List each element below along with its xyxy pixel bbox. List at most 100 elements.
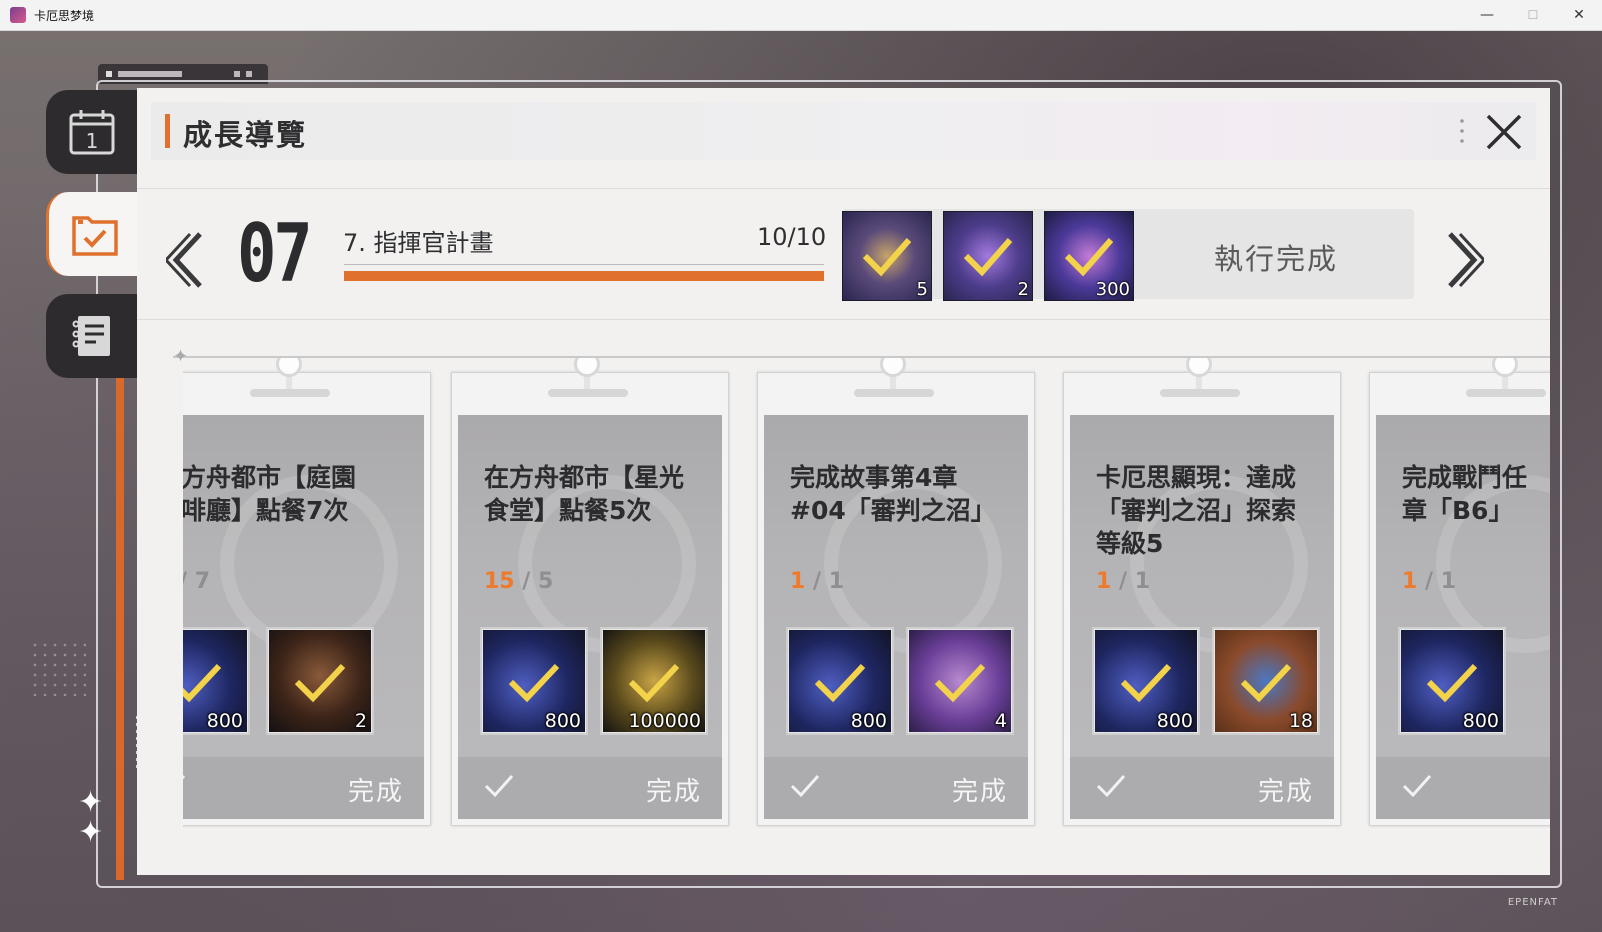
card-pin xyxy=(1186,358,1212,377)
count-separator: / xyxy=(1424,569,1434,594)
book-icon[interactable]: 800 xyxy=(183,629,248,733)
done-check-icon xyxy=(484,774,514,798)
svg-text:1: 1 xyxy=(86,129,99,153)
task-count: 1 / 1 xyxy=(1402,569,1456,594)
card-pin xyxy=(1492,358,1518,377)
window-titlebar: 卡厄思梦境 — ☐ ✕ xyxy=(0,0,1602,31)
task-card[interactable]: 在方舟都市【庭園 咖啡廳】點餐7次 3 / 7 800 2 完成 xyxy=(183,358,431,826)
iced-drink-icon[interactable]: 2 xyxy=(268,629,372,733)
check-icon xyxy=(862,238,912,277)
item-qty: 18 xyxy=(1288,710,1313,732)
check-icon xyxy=(508,663,560,703)
count-current: 15 xyxy=(484,569,515,594)
count-separator: / xyxy=(183,569,187,594)
task-status-bar: 完成 xyxy=(458,757,722,819)
task-status-label: 完成 xyxy=(1257,777,1314,807)
book-icon[interactable]: 800 xyxy=(482,629,586,733)
task-status-label: 完成 xyxy=(951,777,1008,807)
task-card-list[interactable]: 在方舟都市【庭園 咖啡廳】點餐7次 3 / 7 800 2 完成 xyxy=(183,358,1550,875)
done-check-icon xyxy=(1096,774,1126,798)
item-qty: 800 xyxy=(1156,710,1193,732)
task-card[interactable]: 在方舟都市【星光 食堂】點餐5次 15 / 5 800 100000 完成 xyxy=(451,358,729,826)
chapter-progress-text: 10/10 xyxy=(757,223,827,251)
task-status-bar: 完成 xyxy=(1070,757,1334,819)
chapter-number: 07 xyxy=(237,207,313,300)
card-body: 卡厄思顯現：達成 「審判之沼」探索 等級5 1 / 1 800 18 完成 xyxy=(1070,415,1334,819)
chapter-summary: 07 7. 指揮官計畫 10/10 5 2 300 執行完成 xyxy=(137,188,1550,320)
medal-ring-icon[interactable]: 5 xyxy=(842,211,932,301)
count-total: 5 xyxy=(538,569,554,594)
check-icon xyxy=(1064,238,1114,277)
count-separator: / xyxy=(522,569,531,594)
minimize-button[interactable]: — xyxy=(1464,0,1510,30)
task-title: 完成故事第4章 #04「審判之沼」 xyxy=(790,463,996,525)
claim-status-label: 執行完成 xyxy=(1214,242,1339,276)
check-icon xyxy=(934,663,986,703)
card-handle xyxy=(1160,389,1240,397)
chevron-right-icon xyxy=(1448,232,1484,288)
check-icon xyxy=(1426,663,1478,703)
count-current: 1 xyxy=(1096,569,1112,594)
count-current: 1 xyxy=(1402,569,1418,594)
check-icon xyxy=(183,663,222,703)
reward-qty: 300 xyxy=(1095,279,1130,300)
gear-box-icon[interactable]: 18 xyxy=(1214,629,1318,733)
check-icon xyxy=(294,663,346,703)
check-icon xyxy=(1240,663,1292,703)
card-body: 完成故事第4章 #04「審判之沼」 1 / 1 800 4 完成 xyxy=(764,415,1028,819)
task-count: 3 / 7 xyxy=(183,569,210,594)
task-card[interactable]: 卡厄思顯現：達成 「審判之沼」探索 等級5 1 / 1 800 18 完成 xyxy=(1063,358,1341,826)
maximize-button[interactable]: ☐ xyxy=(1510,0,1556,30)
gold-crystal-icon[interactable]: 100000 xyxy=(602,629,706,733)
task-title: 在方舟都市【庭園 咖啡廳】點餐7次 xyxy=(183,463,357,525)
item-qty: 4 xyxy=(994,710,1007,732)
side-accent-rail xyxy=(116,370,124,880)
card-handle xyxy=(250,389,330,397)
check-icon xyxy=(963,238,1013,277)
item-qty: 800 xyxy=(544,710,581,732)
header-accent-bar xyxy=(165,114,170,148)
task-status-label: 完成 xyxy=(347,777,404,807)
close-button[interactable] xyxy=(1482,110,1526,154)
card-pin xyxy=(880,358,906,377)
page-title: 成長導覽 xyxy=(183,118,308,152)
checklist-folder-icon xyxy=(72,216,118,256)
star-crystal-icon[interactable]: 300 xyxy=(1044,211,1134,301)
task-card[interactable]: 完成故事第4章 #04「審判之沼」 1 / 1 800 4 完成 xyxy=(757,358,1035,826)
tab-calendar[interactable]: 1 xyxy=(46,90,138,174)
growth-guide-panel: 成長導覽 07 7. 指揮官計畫 10/10 5 2 300 執行完成 ✦ 方舟… xyxy=(137,88,1550,875)
chapter-reward-box[interactable]: 5 2 300 執行完成 xyxy=(842,209,1414,301)
card-pin xyxy=(276,358,302,377)
window-close-button[interactable]: ✕ xyxy=(1556,0,1602,30)
task-title: 卡厄思顯現：達成 「審判之沼」探索 等級5 xyxy=(1096,463,1297,558)
task-status-bar: 完成 xyxy=(764,757,1028,819)
book-icon[interactable]: 800 xyxy=(788,629,892,733)
tab-notebook[interactable] xyxy=(46,294,138,378)
chapter-progress-bar xyxy=(344,271,824,281)
app-icon xyxy=(10,7,26,23)
book-icon[interactable]: 800 xyxy=(1400,629,1504,733)
camera-icon[interactable]: 4 xyxy=(908,629,1012,733)
book-icon[interactable]: 800 xyxy=(1094,629,1198,733)
orb-medal-icon[interactable]: 2 xyxy=(943,211,1033,301)
count-separator: / xyxy=(812,569,822,594)
task-count: 1 / 1 xyxy=(790,569,844,594)
prev-chapter-button[interactable] xyxy=(165,229,207,291)
next-chapter-button[interactable] xyxy=(1443,229,1485,291)
notebook-icon xyxy=(72,316,110,356)
task-count: 15 / 5 xyxy=(484,569,553,594)
count-separator: / xyxy=(1118,569,1128,594)
brand-logo: EPENFAT xyxy=(1507,897,1558,908)
tab-growth-guide[interactable] xyxy=(46,192,141,276)
item-qty: 2 xyxy=(354,710,367,732)
task-status-bar: 完成 xyxy=(1376,757,1550,819)
chapter-name: 7. 指揮官計畫 xyxy=(343,229,494,257)
check-icon xyxy=(628,663,680,703)
header-dots-decoration xyxy=(1460,116,1464,146)
done-check-icon xyxy=(1402,774,1432,798)
count-total: 1 xyxy=(1440,569,1457,594)
reward-qty: 5 xyxy=(916,279,928,300)
card-handle xyxy=(854,389,934,397)
task-card[interactable]: 完成戰鬥任 章「B6」 1 / 1 800 完成 xyxy=(1369,358,1550,826)
card-body: 在方舟都市【星光 食堂】點餐5次 15 / 5 800 100000 完成 xyxy=(458,415,722,819)
